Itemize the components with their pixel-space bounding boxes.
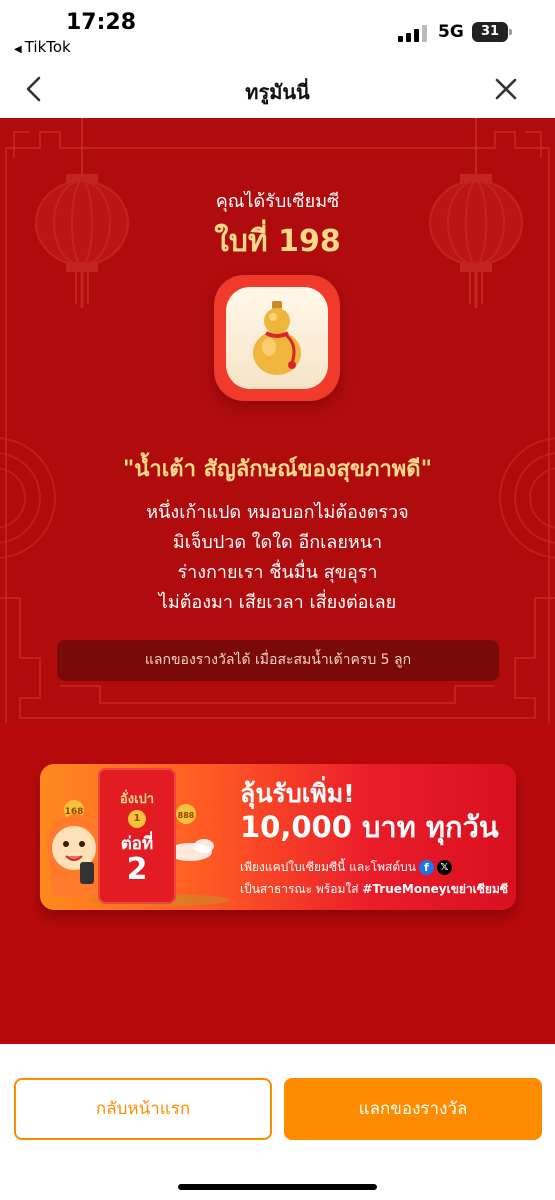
fortune-icon-frame <box>214 275 340 401</box>
status-bar: 17:28 ◀ TikTok 5G 31 <box>0 0 555 60</box>
poem-line: หนึ่งเก้าแปด หมอบอกไม่ต้องตรวจ <box>146 502 409 523</box>
banner-hashtag-line: เป็นสาธารณะ พร้อมใส่ #TrueMoneyเขย่าเซีย… <box>240 880 508 899</box>
status-time: 17:28 <box>66 10 137 35</box>
close-icon <box>495 78 517 100</box>
redeem-reward-button[interactable]: แลกของรางวัล <box>284 1078 542 1140</box>
fortune-content: คุณได้รับเซียมซี ใบที่ 198 "น้ำเต้า สัญล… <box>0 118 555 1044</box>
fortune-subtitle: คุณได้รับเซียมซี <box>215 191 340 212</box>
back-to-app-link[interactable]: ◀ TikTok <box>14 38 71 56</box>
poem-line: มิเจ็บปวด ใดใด อีกเลยหนา <box>172 532 383 553</box>
fortune-frame: คุณได้รับเซียมซี ใบที่ 198 "น้ำเต้า สัญล… <box>0 118 555 723</box>
gourd-icon <box>253 301 301 375</box>
facebook-icon: f <box>418 860 434 875</box>
banner-instruction-text: เพียงแคปใบเซียมซีนี้ และโพสต์บน <box>240 860 416 874</box>
battery-level: 31 <box>480 24 500 39</box>
back-app-label: TikTok <box>24 38 71 56</box>
banner-hashtag-prefix: เป็นสาธารณะ พร้อมใส่ <box>240 882 359 896</box>
redeem-info-bar: แลกของรางวัลได้ เมื่อสะสมน้ำเต้าครบ 5 ลู… <box>57 640 499 681</box>
banner-instruction: เพียงแคปใบเซียมซีนี้ และโพสต์บน f 𝕏 <box>240 858 452 877</box>
fortune-quote: "น้ำเต้า สัญลักษณ์ของสุขภาพดี" <box>122 457 433 482</box>
fortune-number: ใบที่ 198 <box>214 224 341 259</box>
coin-888: 888 <box>178 811 195 820</box>
close-button[interactable] <box>489 72 523 106</box>
x-icon: 𝕏 <box>436 860 452 875</box>
promo-banner[interactable]: 168 888 อั่งเปา 1 ต่อที่ 2 ลุ้นรับเพิ่ม!… <box>40 764 516 910</box>
banner-prize: 10,000 บาท ทุกวัน <box>240 810 499 844</box>
signal-icon <box>398 24 428 42</box>
bottom-action-bar: กลับหน้าแรก แลกของรางวัล <box>0 1044 555 1200</box>
poem-line: ร่างกายเรา ชื่นมื่น สุขอุรา <box>177 562 378 583</box>
back-triangle-icon: ◀ <box>14 44 22 55</box>
page-title: ทรูมันนี่ <box>245 80 310 104</box>
back-home-button[interactable]: กลับหน้าแรก <box>14 1078 272 1140</box>
fortune-poem: หนึ่งเก้าแปด หมอบอกไม่ต้องตรวจ มิเจ็บปวด… <box>0 498 555 618</box>
envelope-label: อั่งเปา <box>119 792 155 807</box>
network-label: 5G <box>438 22 464 42</box>
battery-icon: 31 <box>472 22 512 42</box>
app-header: ทรูมันนี่ <box>0 60 555 118</box>
red-envelope: อั่งเปา 1 ต่อที่ 2 <box>98 768 176 904</box>
home-indicator[interactable] <box>178 1184 377 1190</box>
banner-hashtag: #TrueMoneyเขย่าเซียมซี <box>362 882 508 896</box>
envelope-order-number: 2 <box>126 852 148 887</box>
poem-line: ไม่ต้องมา เสียเวลา เสี่ยงต่อเลย <box>158 592 397 613</box>
envelope-coin-value: 1 <box>133 813 141 824</box>
envelope-coin: 1 <box>128 810 146 828</box>
